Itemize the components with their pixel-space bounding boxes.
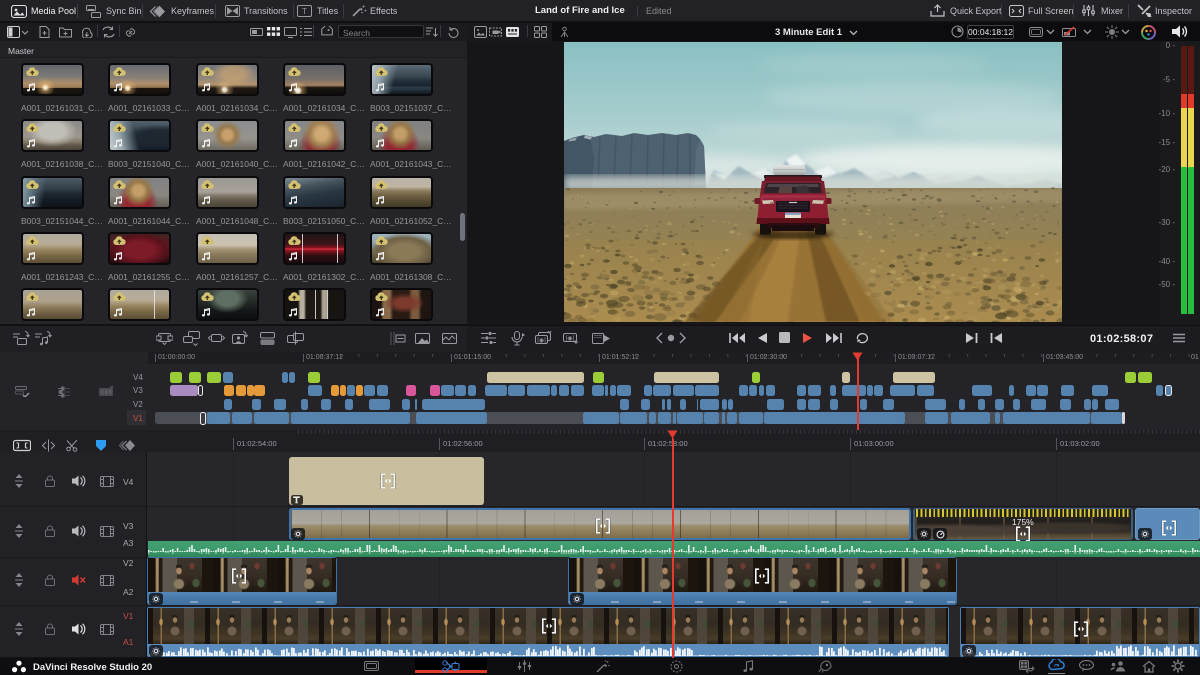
svg-text:[◉]: [◉] (566, 336, 575, 342)
svg-text:[◉]: [◉] (537, 338, 546, 344)
svg-text:T: T (302, 7, 307, 16)
